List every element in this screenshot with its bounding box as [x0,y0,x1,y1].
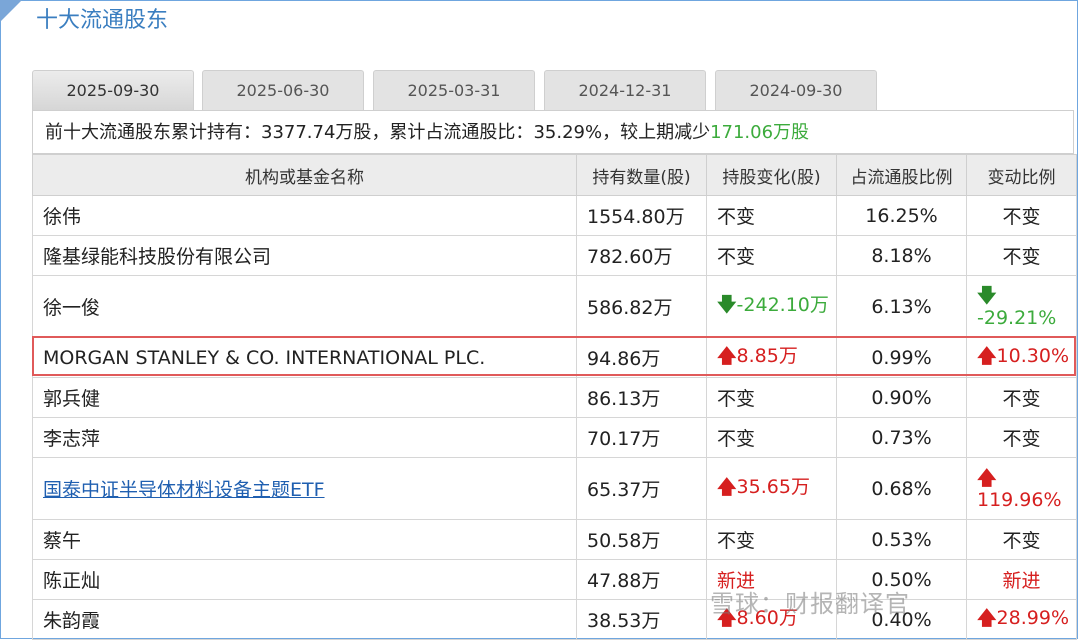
holder-pct: 🡅10.30% [966,337,1077,378]
arrow-up-icon: 🡅 [977,344,997,367]
holder-pct: 不变 [966,377,1077,418]
holder-change: 🡅8.85万 [706,337,837,378]
holder-pct: 🡇 -29.21% [966,275,1077,338]
holder-qty: 782.60万 [576,235,707,276]
table-row-highlighted: MORGAN STANLEY & CO. INTERNATIONAL PLC. … [32,337,1077,378]
holder-name-cell: 国泰中证半导体材料设备主题ETF [32,457,577,520]
summary-line: 前十大流通股东累计持有：3377.74万股，累计占流通股比：35.29%，较上期… [32,110,1074,154]
table-row: 郭兵健 86.13万 不变 0.90% 不变 [32,377,1077,418]
summary-sep: ，较上期减少 [602,122,711,143]
tab-2024-09-30[interactable]: 2024-09-30 [715,70,877,110]
tab-2025-09-30[interactable]: 2025-09-30 [32,70,194,110]
col-header-pct: 变动比例 [966,154,1077,196]
arrow-up-icon: 🡅 [977,466,997,489]
table-header: 机构或基金名称 持有数量(股) 持股变化(股) 占流通股比例 变动比例 [32,154,1077,196]
holder-pct: 🡅28.99% [966,599,1077,640]
holder-ratio: 6.13% [836,275,967,338]
holder-qty: 86.13万 [576,377,707,418]
holder-name: 李志萍 [32,417,577,458]
holder-change: 🡇-242.10万 [706,275,837,338]
table-row: 蔡午 50.58万 不变 0.53% 不变 [32,519,1077,560]
holder-name: 徐一俊 [32,275,577,338]
summary-change: 171.06万股 [710,122,810,143]
holder-pct: 新进 [966,559,1077,600]
holder-qty: 586.82万 [576,275,707,338]
corner-decoration [0,0,22,22]
holder-ratio: 0.53% [836,519,967,560]
holder-ratio: 0.68% [836,457,967,520]
holder-qty: 38.53万 [576,599,707,640]
holder-pct: 不变 [966,195,1077,236]
holder-ratio: 0.90% [836,377,967,418]
holder-change: 🡅35.65万 [706,457,837,520]
table-row: 徐一俊 586.82万 🡇-242.10万 6.13% 🡇 -29.21% [32,275,1077,338]
holder-pct: 不变 [966,235,1077,276]
holder-name: MORGAN STANLEY & CO. INTERNATIONAL PLC. [32,337,577,378]
fund-link[interactable]: 国泰中证半导体材料设备主题ETF [43,479,325,501]
holder-name: 陈正灿 [32,559,577,600]
table-row: 李志萍 70.17万 不变 0.73% 不变 [32,417,1077,458]
summary-prefix: 前十大流通股东累计持有： [45,122,261,143]
table-row: 朱韵霞 38.53万 🡅8.60万 0.40% 🡅28.99% [32,599,1077,640]
arrow-up-icon: 🡅 [977,606,997,629]
arrow-up-icon: 🡅 [717,476,737,498]
section-title: 十大流通股东 [36,8,169,33]
holder-qty: 1554.80万 [576,195,707,236]
holder-ratio: 8.18% [836,235,967,276]
tab-2024-12-31[interactable]: 2024-12-31 [544,70,706,110]
holder-name: 隆基绿能科技股份有限公司 [32,235,577,276]
summary-mid: ，累计占流通股比： [371,122,534,143]
holder-change: 不变 [706,417,837,458]
summary-ratio: 35.29% [533,122,603,143]
arrow-down-icon: 🡇 [717,294,737,316]
holder-pct-value: 28.99% [996,606,1069,629]
table-row: 隆基绿能科技股份有限公司 782.60万 不变 8.18% 不变 [32,235,1077,276]
holder-pct: 不变 [966,519,1077,560]
holder-ratio: 16.25% [836,195,967,236]
holder-name: 蔡午 [32,519,577,560]
holder-qty: 94.86万 [576,337,707,378]
table-row: 国泰中证半导体材料设备主题ETF 65.37万 🡅35.65万 0.68% 🡅 1… [32,457,1077,520]
holder-pct: 不变 [966,417,1077,458]
holder-pct-value: 119.96% [977,488,1062,511]
holder-pct: 🡅 119.96% [966,457,1077,520]
summary-holding: 3377.74万股 [261,122,372,143]
tab-2025-06-30[interactable]: 2025-06-30 [202,70,364,110]
table-row: 徐伟 1554.80万 不变 16.25% 不变 [32,195,1077,236]
holder-change: 不变 [706,235,837,276]
col-header-ratio: 占流通股比例 [836,154,967,196]
arrow-up-icon: 🡅 [717,345,737,367]
holder-qty: 70.17万 [576,417,707,458]
shareholders-table: 机构或基金名称 持有数量(股) 持股变化(股) 占流通股比例 变动比例 徐伟 1… [32,154,1077,640]
col-header-qty: 持有数量(股) [576,154,707,196]
holder-name: 朱韵霞 [32,599,577,640]
holder-name: 徐伟 [32,195,577,236]
holder-pct-value: -29.21% [977,306,1057,329]
col-header-change: 持股变化(股) [706,154,837,196]
holder-qty: 47.88万 [576,559,707,600]
holder-qty: 65.37万 [576,457,707,520]
holder-ratio: 0.99% [836,337,967,378]
holder-ratio: 0.73% [836,417,967,458]
holder-pct-value: 10.30% [996,344,1069,367]
arrow-down-icon: 🡇 [977,284,997,307]
holder-change-value: 35.65万 [736,476,810,498]
holder-qty: 50.58万 [576,519,707,560]
holder-name: 郭兵健 [32,377,577,418]
holder-change: 不变 [706,519,837,560]
holder-change: 不变 [706,377,837,418]
watermark: 雪球：财报翻译官 [710,590,910,618]
tab-2025-03-31[interactable]: 2025-03-31 [373,70,535,110]
table-row: 陈正灿 47.88万 新进 0.50% 新进 [32,559,1077,600]
holder-change: 不变 [706,195,837,236]
holder-change-value: -242.10万 [736,294,829,316]
holder-change-value: 8.85万 [736,345,798,367]
col-header-name: 机构或基金名称 [32,154,577,196]
